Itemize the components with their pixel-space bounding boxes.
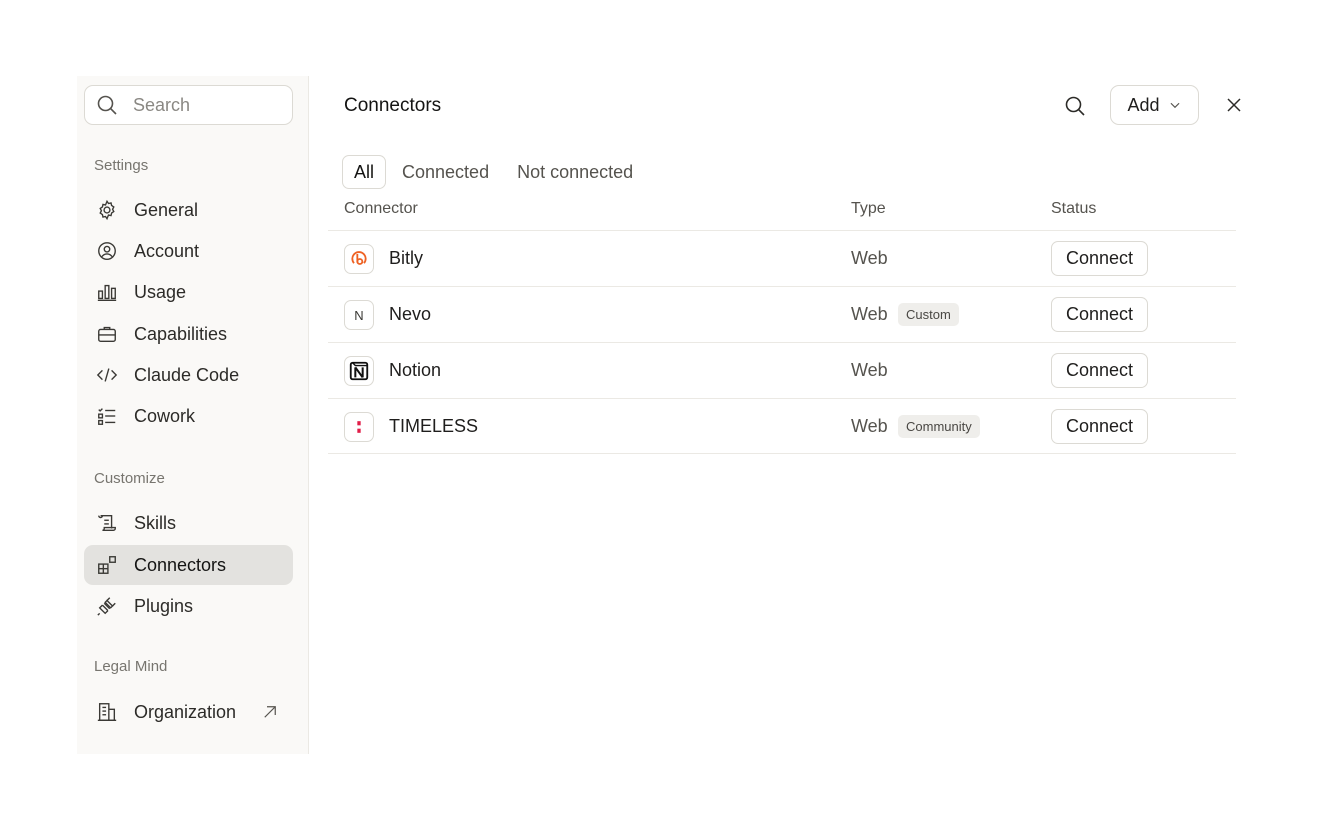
sidebar-search[interactable]	[84, 85, 293, 125]
external-link-icon	[261, 703, 279, 726]
sidebar-item-connectors[interactable]: Connectors	[84, 545, 293, 585]
timeless-logo-icon	[344, 412, 374, 442]
tab-all[interactable]: All	[342, 155, 387, 189]
connector-type: Web	[851, 360, 888, 380]
plug-icon	[96, 595, 118, 617]
sidebar-item-label: Account	[134, 240, 200, 261]
tab-connected[interactable]: Connected	[390, 155, 501, 189]
sidebar-item-label: Capabilities	[134, 323, 228, 344]
code-icon	[96, 364, 118, 386]
close-icon	[1227, 98, 1241, 112]
community-badge: Community	[898, 415, 980, 438]
section-label-customize: Customize	[94, 470, 165, 487]
user-circle-icon	[96, 240, 118, 262]
table-row: Notion Web Connect	[328, 342, 1236, 398]
notion-logo-icon	[344, 356, 374, 386]
connect-button[interactable]: Connect	[1051, 297, 1148, 332]
sidebar-item-label: Plugins	[134, 595, 194, 616]
search-input[interactable]	[133, 94, 283, 116]
page-title: Connectors	[344, 95, 442, 116]
search-button[interactable]	[1062, 93, 1088, 119]
custom-badge: Custom	[898, 303, 959, 326]
sidebar-item-usage[interactable]: Usage	[84, 272, 293, 312]
connector-name: TIMELESS	[389, 416, 479, 436]
connect-button[interactable]: Connect	[1051, 353, 1148, 388]
briefcase-icon	[96, 323, 118, 345]
column-header-connector: Connector	[344, 200, 418, 217]
section-label-org: Legal Mind	[94, 658, 168, 675]
sidebar-item-label: Usage	[134, 281, 187, 302]
chevron-down-icon	[1170, 102, 1180, 109]
sidebar-item-organization[interactable]: Organization	[84, 692, 293, 732]
sidebar-item-label: Organization	[134, 701, 237, 722]
filter-tabs: All Connected Not connected	[342, 155, 649, 189]
connectors-panel: Connectors Add All Connected Not connect…	[328, 76, 1241, 754]
search-icon	[1065, 96, 1085, 116]
connector-name: Nevo	[389, 304, 432, 324]
sidebar-item-label: Cowork	[134, 405, 196, 426]
sidebar-item-general[interactable]: General	[84, 190, 293, 230]
nevo-logo-icon: N	[344, 300, 374, 330]
connect-button[interactable]: Connect	[1051, 241, 1148, 276]
building-icon	[96, 701, 118, 723]
sidebar-item-label: Claude Code	[134, 364, 240, 385]
sidebar-item-skills[interactable]: Skills	[84, 503, 293, 543]
settings-sidebar: Settings General Account Usage Capabilit…	[77, 76, 309, 754]
sidebar-item-label: Connectors	[134, 554, 227, 575]
sidebar-item-cowork[interactable]: Cowork	[84, 396, 293, 436]
column-header-status: Status	[1051, 200, 1097, 217]
section-label-settings: Settings	[94, 157, 149, 174]
connector-name: Bitly	[389, 248, 424, 268]
table-row: N Nevo Web Custom Connect	[328, 286, 1236, 342]
bitly-logo-icon	[344, 244, 374, 274]
checklist-icon	[96, 405, 118, 427]
close-button[interactable]	[1223, 94, 1245, 116]
add-button[interactable]: Add	[1110, 85, 1199, 125]
table-row: Bitly Web Connect	[328, 230, 1236, 286]
sidebar-item-label: General	[134, 199, 199, 220]
sidebar-item-capabilities[interactable]: Capabilities	[84, 314, 293, 354]
column-header-type: Type	[851, 200, 886, 217]
bar-chart-icon	[96, 281, 118, 303]
table-row: TIMELESS Web Community Connect	[328, 398, 1236, 454]
connector-type: Web	[851, 304, 888, 324]
tab-not-connected[interactable]: Not connected	[505, 155, 645, 189]
sidebar-item-plugins[interactable]: Plugins	[84, 586, 293, 626]
grid-plus-icon	[96, 554, 118, 576]
connector-type: Web	[851, 248, 888, 268]
sidebar-item-claude-code[interactable]: Claude Code	[84, 355, 293, 395]
scroll-icon	[96, 512, 118, 534]
gear-icon	[96, 199, 118, 221]
connector-name: Notion	[389, 360, 442, 380]
sidebar-item-label: Skills	[134, 512, 177, 533]
sidebar-item-account[interactable]: Account	[84, 231, 293, 271]
connect-button[interactable]: Connect	[1051, 409, 1148, 444]
add-button-label: Add	[1127, 94, 1160, 115]
search-icon	[97, 95, 117, 115]
connector-type: Web	[851, 416, 888, 436]
